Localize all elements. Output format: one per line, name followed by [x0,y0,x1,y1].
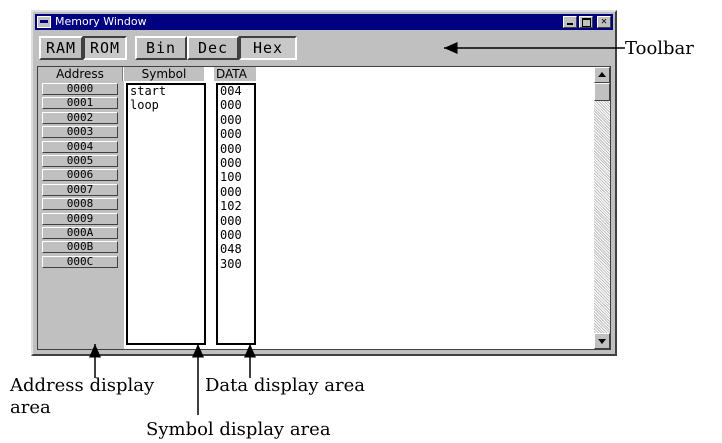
symbol-area-annotation: Symbol display area [146,419,331,440]
address-area-annotation-line2: area [10,397,51,418]
data-area-annotation: Data display area [205,375,365,396]
toolbar-annotation: Toolbar [625,38,694,59]
address-area-annotation-line1: Address display [10,375,155,396]
